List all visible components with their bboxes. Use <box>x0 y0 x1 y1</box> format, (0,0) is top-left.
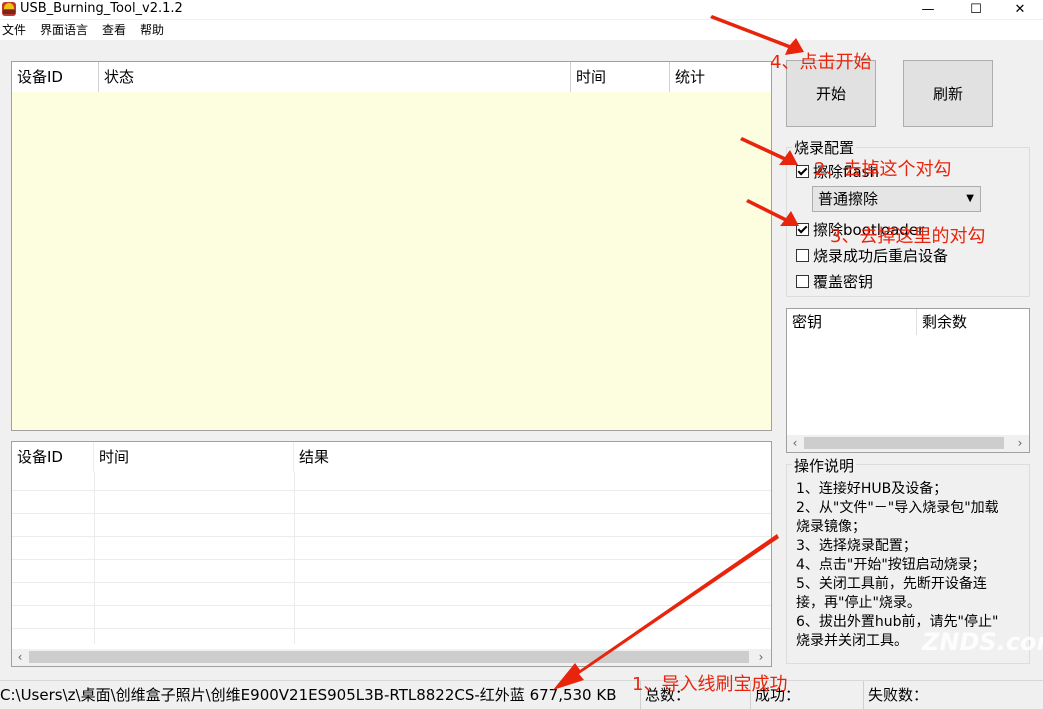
arrow-annotation-3 <box>746 199 799 226</box>
arrow-annotation-1 <box>553 534 779 690</box>
annotation-overlay <box>553 15 804 690</box>
annotation-step-2: 2、去掉这个对勾 <box>814 159 952 180</box>
annotation-step-1: 1、导入线刷宝成功 <box>632 674 788 695</box>
annotation-step-4: 4、点击开始 <box>770 52 872 73</box>
arrow-annotation-2 <box>740 137 798 165</box>
annotation-step-3: 3、去掉这里的对勾 <box>830 226 986 247</box>
